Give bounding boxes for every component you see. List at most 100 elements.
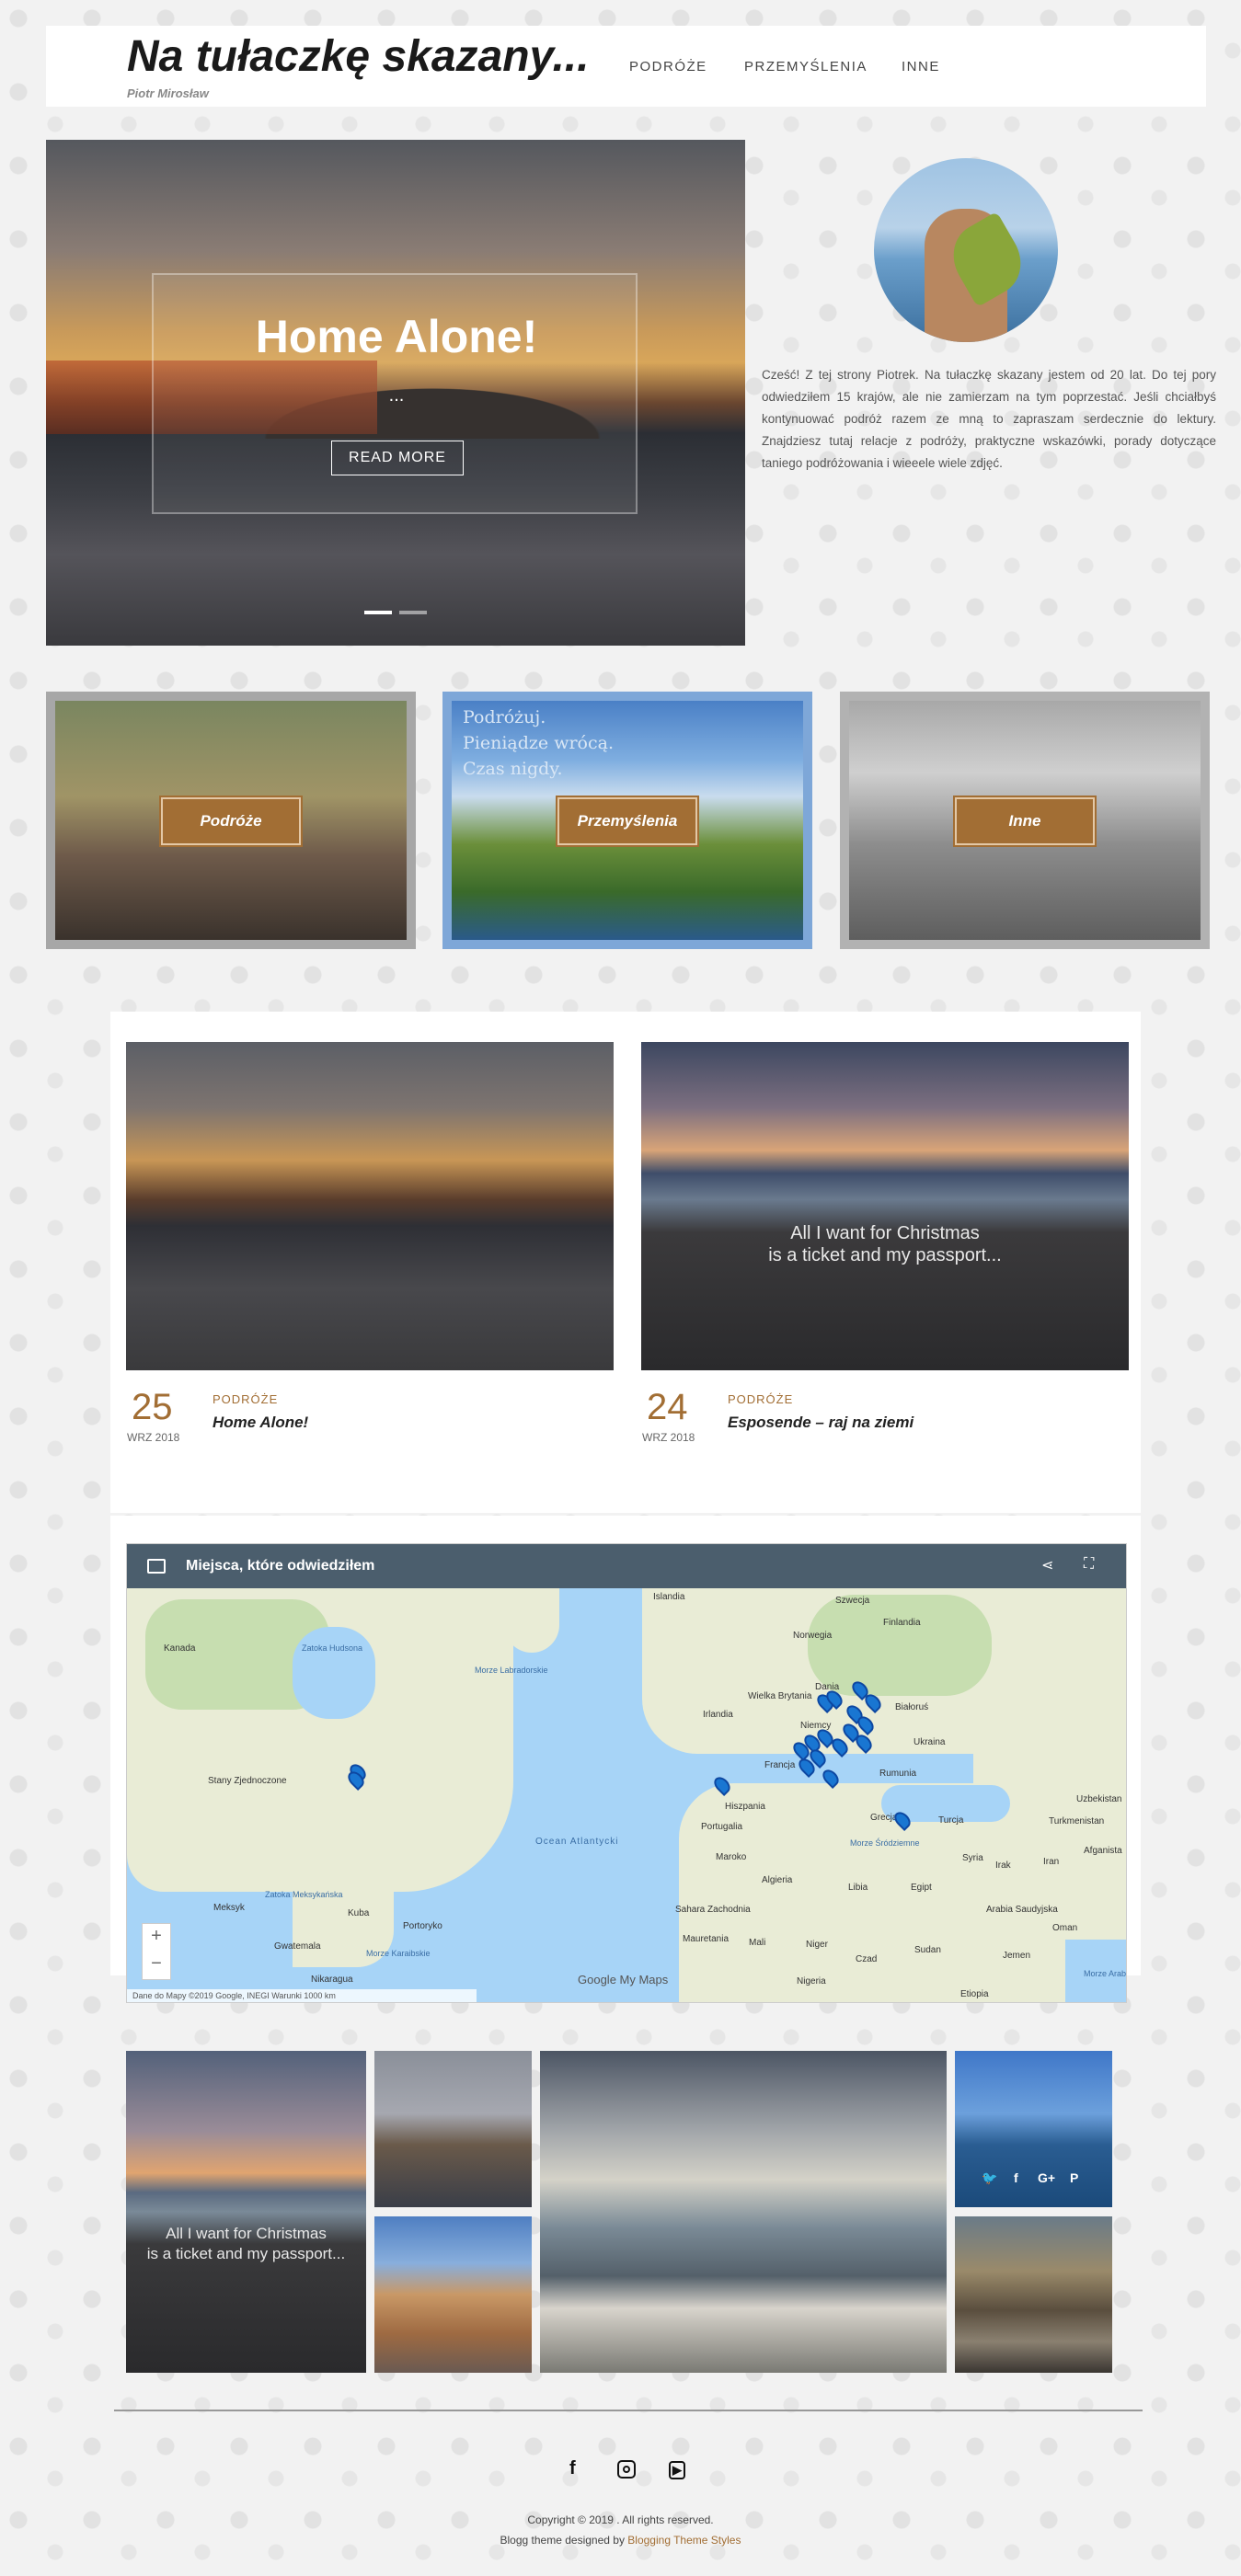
category-tile-inne[interactable]: Inne	[840, 692, 1210, 949]
read-more-button[interactable]: READ MORE	[331, 441, 464, 475]
post-title[interactable]: Home Alone!	[213, 1414, 308, 1432]
map-label: Białoruś	[895, 1702, 929, 1712]
overlay-line: is a ticket and my passport...	[146, 2245, 346, 2262]
map-label: Francja	[764, 1760, 796, 1770]
map-label: Ukraina	[914, 1737, 946, 1747]
nav-item-podroze[interactable]: PODRÓŻE	[629, 59, 707, 74]
zoom-in-icon[interactable]: +	[143, 1926, 170, 1947]
google-my-maps-logo: Google My Maps	[578, 1973, 669, 1986]
nav-item-inne[interactable]: INNE	[902, 59, 940, 74]
facebook-icon[interactable]: f	[569, 2458, 576, 2479]
map-label: Libia	[848, 1883, 868, 1893]
greenland-land	[504, 1588, 559, 1653]
post-category[interactable]: PODRÓŻE	[213, 1392, 278, 1406]
youtube-icon[interactable]: ▶	[669, 2461, 685, 2479]
map-label: Morze Labradorskie	[475, 1666, 548, 1675]
map-label: Islandia	[653, 1592, 685, 1602]
post-date-month: WRZ 2018	[642, 1431, 695, 1444]
post-image[interactable]	[126, 1042, 614, 1370]
category-image-przemyslenia: Podróżuj. Pieniądze wrócą. Czas nigdy. P…	[452, 701, 803, 940]
post-category[interactable]: PODRÓŻE	[728, 1392, 793, 1406]
gallery-image[interactable]	[374, 2216, 532, 2373]
post-title[interactable]: Esposende – raj na ziemi	[728, 1414, 914, 1432]
map-label: Czad	[856, 1954, 878, 1964]
map-label: Zatoka Hudsona	[302, 1643, 363, 1653]
map-zoom-controls: + −	[142, 1923, 171, 1980]
map-label: Afganista	[1084, 1846, 1122, 1856]
gallery-image[interactable]	[540, 2051, 947, 2373]
author-avatar	[874, 158, 1058, 342]
map-label: Ocean Atlantycki	[535, 1837, 619, 1847]
post-date-day: 24	[647, 1387, 688, 1427]
map-label: Maroko	[716, 1852, 747, 1862]
category-caption: Podróżuj. Pieniądze wrócą. Czas nigdy.	[463, 704, 614, 782]
map-label: Kuba	[348, 1908, 370, 1918]
credit-prefix: Blogg theme designed by	[500, 2534, 628, 2547]
category-button-inne[interactable]: Inne	[953, 796, 1097, 847]
gallery-image[interactable]	[955, 2051, 1112, 2207]
slider-dot[interactable]	[399, 611, 427, 614]
twitter-icon[interactable]: 🐦	[982, 2170, 997, 2186]
map-label: Finlandia	[883, 1618, 921, 1628]
hero-excerpt: ...	[388, 385, 405, 406]
google-plus-icon[interactable]: G+	[1038, 2170, 1055, 2185]
map-label: Oman	[1052, 1923, 1078, 1933]
gallery-overlay-text: All I want for Christmas is a ticket and…	[126, 2224, 366, 2264]
post-date-month: WRZ 2018	[127, 1431, 180, 1444]
category-tile-przemyslenia[interactable]: Podróżuj. Pieniądze wrócą. Czas nigdy. P…	[442, 692, 812, 949]
pinterest-icon[interactable]: P	[1070, 2170, 1078, 2185]
map-legend-icon[interactable]	[147, 1559, 166, 1574]
about-text: Cześć! Z tej strony Piotrek. Na tułaczkę…	[762, 368, 1216, 470]
hero-caption-box: Home Alone! ... READ MORE	[152, 273, 638, 514]
map-label: Szwecja	[835, 1596, 870, 1606]
caption-line: Podróżuj.	[463, 707, 546, 727]
map-label: Turkmenistan	[1049, 1816, 1105, 1826]
map-label: Irlandia	[703, 1710, 733, 1720]
site-title[interactable]: Na tułaczkę skazany...	[127, 31, 589, 82]
category-image-podroze: Podróże	[55, 701, 407, 940]
nav-item-przemyslenia[interactable]: PRZEMYŚLENIA	[744, 59, 868, 74]
slider-dot-active[interactable]	[364, 611, 392, 614]
map-label: Portoryko	[403, 1921, 442, 1931]
google-map[interactable]: Miejsca, które odwiedziłem ⋖ ⛶ Islandia …	[126, 1543, 1127, 2003]
map-label: Meksyk	[213, 1903, 245, 1913]
map-label: Etiopia	[960, 1989, 989, 1999]
site-subtitle: Piotr Mirosław	[127, 86, 209, 100]
post-image[interactable]: All I want for Christmas is a ticket and…	[641, 1042, 1129, 1370]
map-attribution: Dane do Mapy ©2019 Google, INEGI Warunki…	[127, 1989, 477, 2002]
category-tile-podroze[interactable]: Podróże	[46, 692, 416, 949]
post-image-overlay-text: All I want for Christmas is a ticket and…	[641, 1222, 1129, 1266]
map-label: Morze Arabskie	[1084, 1969, 1127, 1978]
map-label: Morze Śródziemne	[850, 1838, 920, 1848]
facebook-icon[interactable]: f	[1014, 2170, 1018, 2185]
copyright-text: Copyright © 2019 . All rights reserved.	[527, 2513, 714, 2526]
map-label: Uzbekistan	[1076, 1794, 1122, 1804]
gallery-image[interactable]	[955, 2216, 1112, 2373]
category-button-przemyslenia[interactable]: Przemyślenia	[556, 796, 699, 847]
map-label: Stany Zjednoczone	[208, 1776, 287, 1786]
category-button-podroze[interactable]: Podróże	[159, 796, 303, 847]
map-label: Zatoka Meksykańska	[265, 1890, 343, 1899]
credit-link[interactable]: Blogging Theme Styles	[627, 2534, 741, 2547]
map-label: Sahara Zachodnia	[675, 1905, 751, 1915]
gallery-image[interactable]	[374, 2051, 532, 2207]
map-label: Rumunia	[879, 1769, 917, 1779]
category-image-inne: Inne	[849, 701, 1201, 940]
fullscreen-icon[interactable]: ⛶	[1084, 1556, 1094, 1573]
footer-divider	[114, 2410, 1143, 2411]
gallery-image[interactable]: All I want for Christmas is a ticket and…	[126, 2051, 366, 2373]
theme-credit: Blogg theme designed by Blogging Theme S…	[0, 2534, 1241, 2547]
hero-slider[interactable]: Home Alone! ... READ MORE	[46, 140, 745, 646]
map-label: Nikaragua	[311, 1975, 353, 1985]
map-label: Nigeria	[797, 1976, 826, 1986]
instagram-icon[interactable]	[617, 2460, 636, 2479]
map-label: Egipt	[911, 1883, 932, 1893]
hudson-bay-water	[293, 1627, 375, 1719]
zoom-out-icon[interactable]: −	[143, 1953, 170, 1975]
share-icon[interactable]: ⋖	[1041, 1556, 1053, 1574]
site-header: Na tułaczkę skazany... Piotr Mirosław PO…	[46, 26, 1206, 107]
post-date-day: 25	[132, 1387, 173, 1427]
map-label: Turcja	[938, 1815, 964, 1826]
map-title: Miejsca, które odwiedziłem	[186, 1558, 375, 1574]
instagram-lens	[623, 2466, 630, 2473]
